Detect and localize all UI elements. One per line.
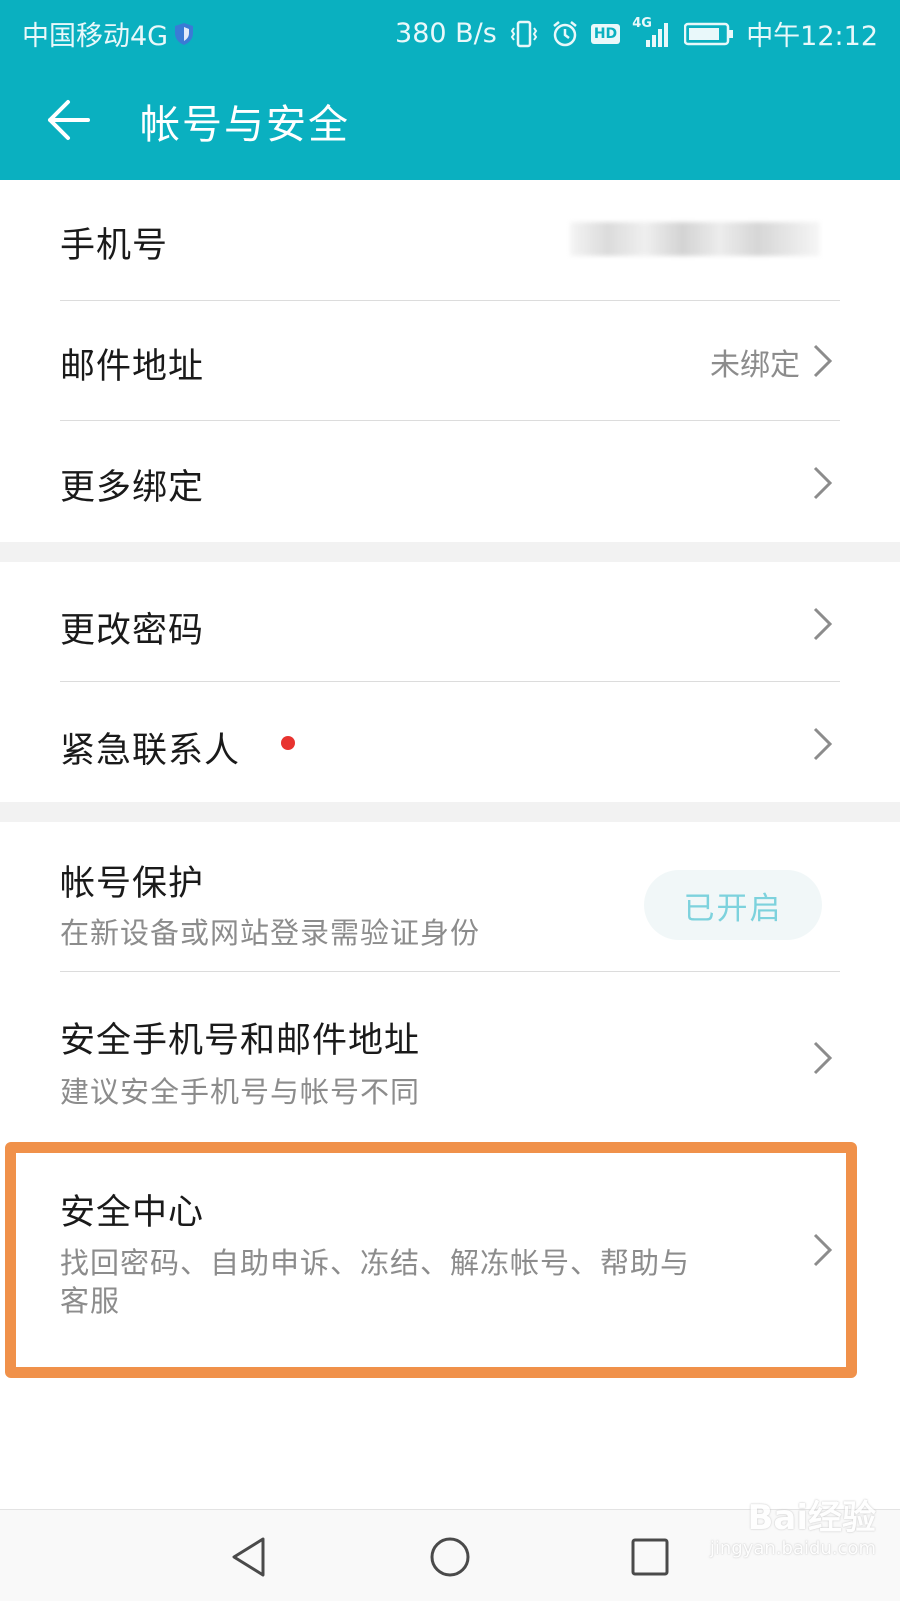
watermark-brand: Bai经验 (747, 1498, 876, 1538)
emergency-contact-label: 紧急联系人 (60, 731, 241, 771)
phone-number-obscured (570, 222, 820, 256)
chevron-right-icon (813, 607, 833, 641)
change-password-label: 更改密码 (60, 611, 205, 651)
more-binding-label: 更多绑定 (60, 468, 205, 508)
shield-icon (175, 22, 194, 45)
account-protection-label: 帐号保护 (60, 864, 205, 904)
status-right: 380 B/s HD 4G 中午12:12 (395, 14, 878, 53)
vibrate-icon (510, 20, 538, 47)
arrow-left-icon[interactable] (42, 94, 94, 146)
settings-list: 手机号 邮件地址 未绑定 更多绑定 更改密码 紧急联系人 帐号保护 在新设备或网… (0, 180, 900, 1368)
carrier-text: 中国移动4G (22, 21, 169, 52)
account-protection-row[interactable]: 帐号保护 在新设备或网站登录需验证身份 已开启 (0, 822, 900, 972)
clock: 中午12:12 (746, 21, 878, 52)
watermark: Bai经验 jingyan.baidu.com (710, 1498, 876, 1560)
security-center-subtitle-line2: 客服 (60, 1284, 121, 1318)
section-gap (0, 802, 900, 822)
signal-icon: 4G (632, 16, 672, 48)
phone-number-label: 手机号 (60, 226, 169, 266)
account-protection-subtitle: 在新设备或网站登录需验证身份 (60, 916, 481, 950)
email-row[interactable]: 邮件地址 未绑定 (0, 301, 900, 421)
chevron-right-icon (813, 1233, 833, 1267)
more-binding-row[interactable]: 更多绑定 (0, 421, 900, 542)
security-phone-email-label: 安全手机号和邮件地址 (60, 1021, 421, 1061)
security-center-subtitle-line1: 找回密码、自助申诉、冻结、解冻帐号、帮助与 (60, 1246, 691, 1280)
chevron-right-icon (813, 1041, 833, 1075)
security-phone-email-subtitle: 建议安全手机号与帐号不同 (60, 1075, 421, 1109)
watermark-url: jingyan.baidu.com (709, 1538, 876, 1559)
status-bar: 中国移动4G 380 B/s HD 4G 中午12:12 (0, 0, 900, 62)
net-speed: 380 B/s (395, 18, 497, 49)
page-title: 帐号与安全 (140, 102, 350, 148)
red-dot-badge (281, 736, 295, 750)
emergency-contact-row[interactable]: 紧急联系人 (0, 682, 900, 802)
app-bar: 帐号与安全 (0, 62, 900, 180)
change-password-row[interactable]: 更改密码 (0, 562, 900, 682)
alarm-icon (553, 20, 577, 46)
nav-back-icon[interactable] (225, 1532, 275, 1582)
security-center-row[interactable]: 安全中心 找回密码、自助申诉、冻结、解冻帐号、帮助与 客服 (0, 1132, 900, 1368)
section-gap (0, 542, 900, 562)
chevron-right-icon (813, 466, 833, 500)
chevron-right-icon (813, 727, 833, 761)
security-phone-email-row[interactable]: 安全手机号和邮件地址 建议安全手机号与帐号不同 (0, 972, 900, 1132)
carrier-group: 中国移动4G (22, 14, 194, 53)
chevron-right-icon (813, 344, 833, 378)
phone-number-row[interactable]: 手机号 (0, 180, 900, 301)
security-center-label: 安全中心 (60, 1193, 205, 1233)
email-value: 未绑定 (710, 348, 800, 383)
email-label: 邮件地址 (60, 347, 205, 387)
nav-home-icon[interactable] (425, 1532, 475, 1582)
protection-status-badge[interactable]: 已开启 (644, 870, 822, 940)
battery-icon (684, 22, 734, 45)
hd-icon: HD (590, 23, 621, 44)
nav-recents-icon[interactable] (625, 1532, 675, 1582)
